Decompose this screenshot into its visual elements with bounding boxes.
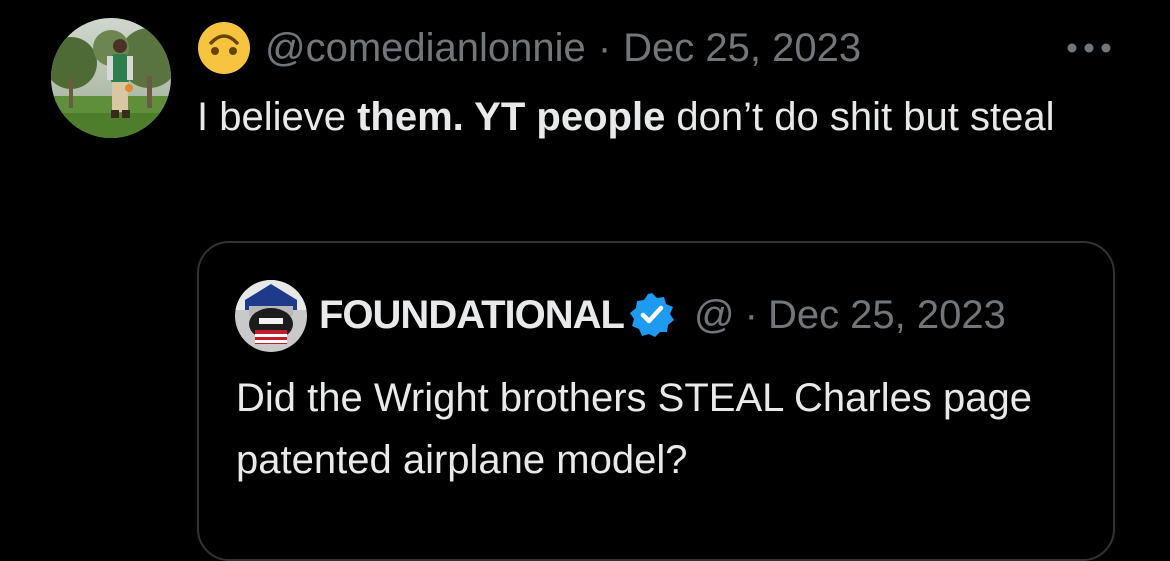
quoted-tweet[interactable]: FOUNDATIONAL @ · Dec 25, 2023 Did the Wr… <box>197 241 1115 561</box>
quoted-author-avatar[interactable] <box>235 280 307 352</box>
author-avatar[interactable] <box>51 18 171 138</box>
quoted-tweet-date[interactable]: Dec 25, 2023 <box>768 293 1006 338</box>
upside-down-face-emoji <box>198 22 250 74</box>
quoted-header-separator: · <box>744 292 758 337</box>
tweet-text: I believe them. YT people don’t do shit … <box>197 88 1117 146</box>
quoted-author-name[interactable]: FOUNDATIONAL <box>319 293 624 338</box>
author-handle[interactable]: @comedianlonnie <box>265 26 586 71</box>
tweet-text-part1: I believe <box>197 95 358 139</box>
quoted-author-handle[interactable]: @ <box>694 293 735 338</box>
tweet-date[interactable]: Dec 25, 2023 <box>623 26 861 71</box>
quoted-tweet-header: FOUNDATIONAL @ · Dec 25, 2023 <box>319 287 1006 343</box>
tweet-text-part2: don’t do shit but steal <box>665 95 1055 139</box>
quoted-tweet-text: Did the Wright brothers STEAL Charles pa… <box>236 376 1032 482</box>
tweet-text-bold: them. YT people <box>357 95 666 139</box>
tweet-header: @comedianlonnie · Dec 25, 2023 <box>197 20 861 76</box>
more-dots-icon[interactable] <box>1066 42 1112 54</box>
header-separator: · <box>597 25 612 70</box>
verified-badge-icon <box>630 293 674 337</box>
